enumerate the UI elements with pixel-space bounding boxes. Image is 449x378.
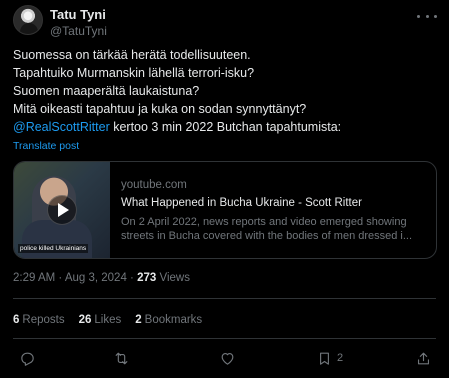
- mention-link[interactable]: @RealScottRitter: [13, 120, 110, 134]
- share-button[interactable]: [415, 347, 432, 369]
- translate-post-link[interactable]: Translate post: [13, 140, 79, 152]
- bookmark-button[interactable]: 2: [316, 347, 343, 369]
- post-meta: 2:29 AM · Aug 3, 2024 · 273 Views: [13, 272, 190, 284]
- thumbnail-caption: police killed Ukrainians: [18, 244, 89, 253]
- author-handle[interactable]: @TatuTyni: [50, 24, 107, 38]
- reposts-label: Reposts: [22, 314, 65, 326]
- views-label: Views: [159, 272, 190, 284]
- likes-stat[interactable]: 26 Likes: [79, 314, 122, 326]
- likes-count: 26: [78, 314, 92, 326]
- post-line-tail: kertoo 3 min 2022 Butchan tapahtumista:: [109, 120, 342, 134]
- post-time[interactable]: 2:29 AM: [13, 272, 55, 284]
- bookmarks-count: 2: [135, 314, 142, 326]
- post-line: Mitä oikeasti tapahtuu ja kuka on sodan …: [13, 102, 307, 116]
- reposts-stat[interactable]: 6 Reposts: [13, 314, 65, 326]
- engagement-stats: 6 Reposts 26 Likes 2 Bookmarks: [13, 314, 202, 326]
- card-description: On 2 April 2022, news reports and video …: [121, 216, 413, 242]
- post-line: Suomessa on tärkää herätä todellisuuteen…: [13, 48, 251, 62]
- repost-icon: [115, 352, 128, 364]
- bookmark-icon: [320, 352, 329, 365]
- post: Tatu Tyni @TatuTyni Suomessa on tärkää h…: [0, 0, 449, 378]
- action-bar: 2: [13, 347, 436, 369]
- card-domain: youtube.com: [121, 179, 187, 191]
- post-line: Tapahtuiko Murmanskin lähellä terrori-is…: [13, 66, 255, 80]
- author-name[interactable]: Tatu Tyni: [50, 7, 106, 22]
- reply-button[interactable]: [19, 347, 36, 369]
- share-icon: [417, 352, 430, 364]
- card-info: youtube.com What Happened in Bucha Ukrai…: [121, 179, 429, 243]
- meta-separator: ·: [58, 272, 63, 284]
- link-card[interactable]: police killed Ukrainians youtube.com Wha…: [13, 161, 437, 259]
- card-title[interactable]: What Happened in Bucha Ukraine - Scott R…: [121, 197, 429, 215]
- more-options-icon[interactable]: [417, 9, 437, 23]
- bookmarks-stat[interactable]: 2 Bookmarks: [135, 314, 202, 326]
- views-count: 273: [137, 272, 157, 284]
- repost-button[interactable]: [113, 347, 130, 369]
- heart-icon: [221, 352, 234, 365]
- bookmark-count: 2: [337, 352, 344, 364]
- like-button[interactable]: [219, 347, 236, 369]
- reply-icon: [21, 352, 34, 366]
- bookmarks-label: Bookmarks: [144, 314, 203, 326]
- post-date[interactable]: Aug 3, 2024: [65, 272, 127, 284]
- post-line-mention: @RealScottRitter kertoo 3 min 2022 Butch…: [13, 118, 441, 136]
- divider: [13, 338, 436, 339]
- post-text: Suomessa on tärkää herätä todellisuuteen…: [13, 46, 441, 136]
- likes-label: Likes: [94, 314, 122, 326]
- reposts-count: 6: [13, 314, 20, 326]
- meta-separator: ·: [130, 272, 134, 284]
- divider: [13, 298, 436, 299]
- play-icon[interactable]: [47, 195, 77, 225]
- avatar[interactable]: [13, 5, 43, 35]
- video-thumbnail[interactable]: police killed Ukrainians: [14, 162, 110, 258]
- post-line: Suomen maaperältä laukaistuna?: [13, 84, 200, 98]
